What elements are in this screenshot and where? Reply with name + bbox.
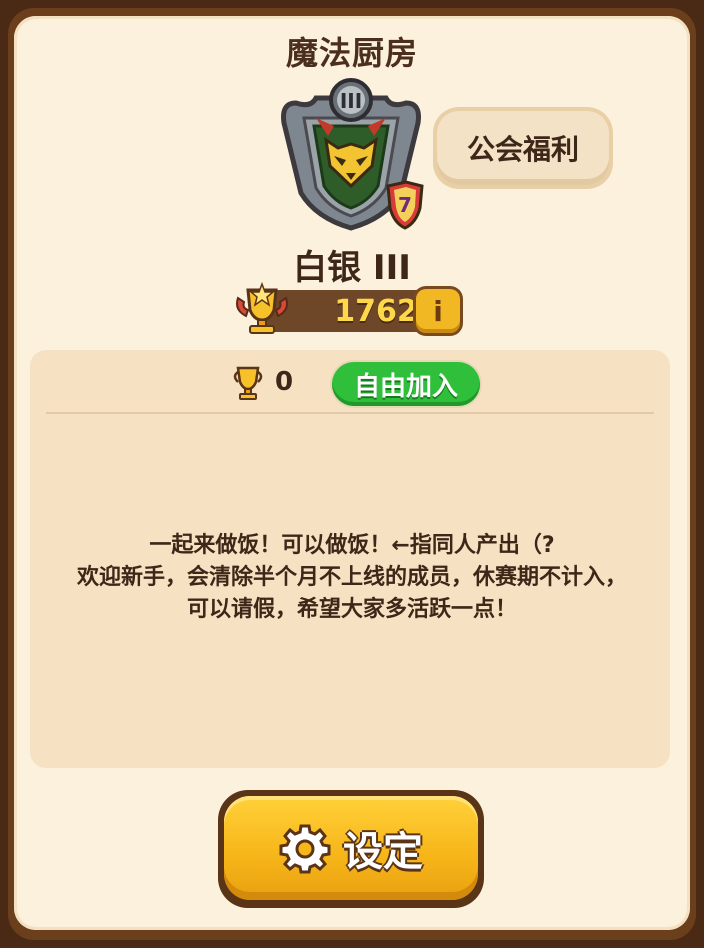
guild-name: 魔法厨房 — [285, 34, 418, 72]
min-trophies-value: 0 — [275, 367, 294, 397]
join-mode-badge: 自由加入 — [332, 362, 480, 406]
settings-button-face[interactable]: 设定 — [224, 796, 478, 900]
info-icon[interactable]: i — [416, 289, 460, 333]
tier-roman: III — [340, 89, 362, 113]
guild-benefits-button[interactable]: 公会福利 — [437, 111, 609, 185]
trophy-requirement-icon — [233, 366, 263, 400]
trophy-icon — [236, 281, 288, 334]
guild-emblem-icon: III 7 — [281, 78, 424, 231]
divider — [46, 412, 654, 414]
gear-icon — [279, 824, 331, 874]
level-badge: 7 — [398, 193, 412, 217]
settings-label: 设定 — [343, 829, 423, 875]
guild-description-text: 一起来做饭！可以做饭！←指同人产出（? 欢迎新手，会清除半个月不上线的成员，休赛… — [76, 533, 627, 622]
rank-label: 白银 III — [293, 248, 411, 288]
settings-button[interactable]: 设定 — [218, 790, 484, 908]
